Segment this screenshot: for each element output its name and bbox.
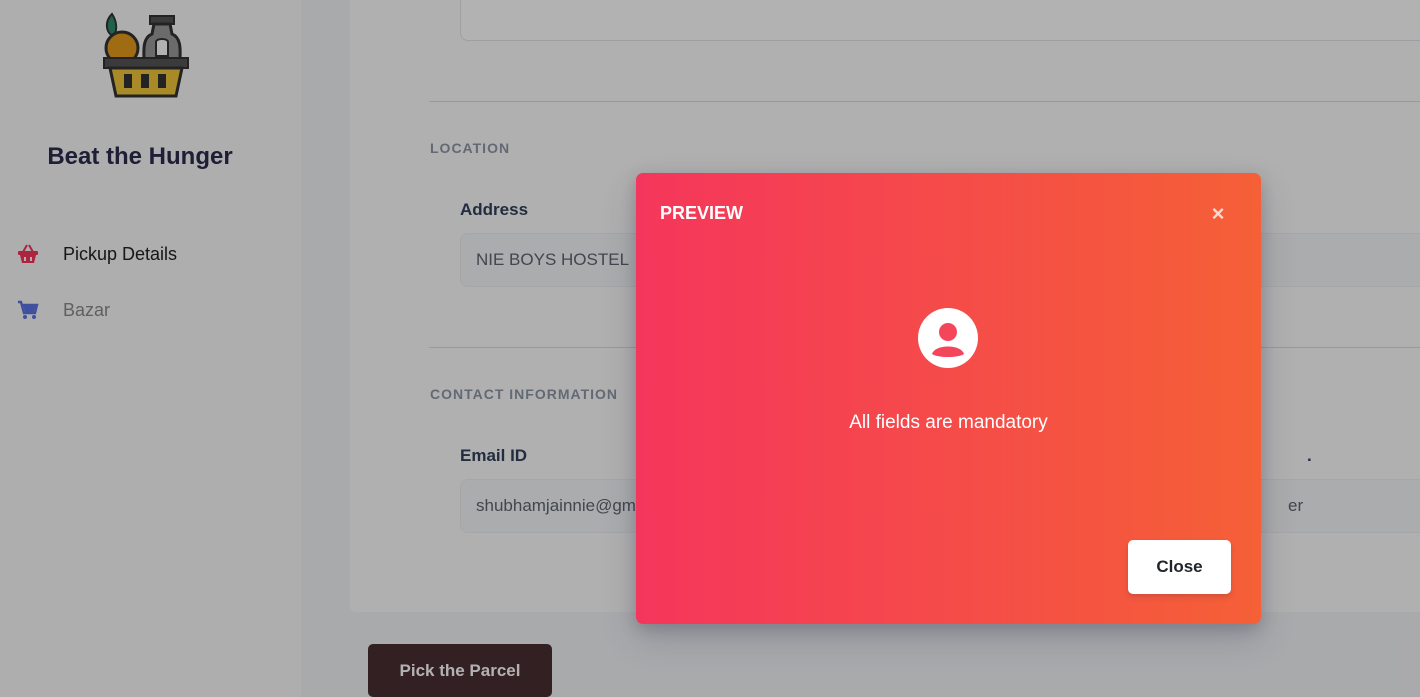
preview-modal: PREVIEW × All fields are mandatory Close — [636, 173, 1261, 624]
user-circle-icon — [918, 308, 978, 368]
modal-message: All fields are mandatory — [849, 412, 1048, 433]
close-button[interactable]: Close — [1128, 540, 1231, 594]
close-icon[interactable]: × — [1206, 201, 1230, 226]
modal-title: PREVIEW — [660, 203, 744, 223]
